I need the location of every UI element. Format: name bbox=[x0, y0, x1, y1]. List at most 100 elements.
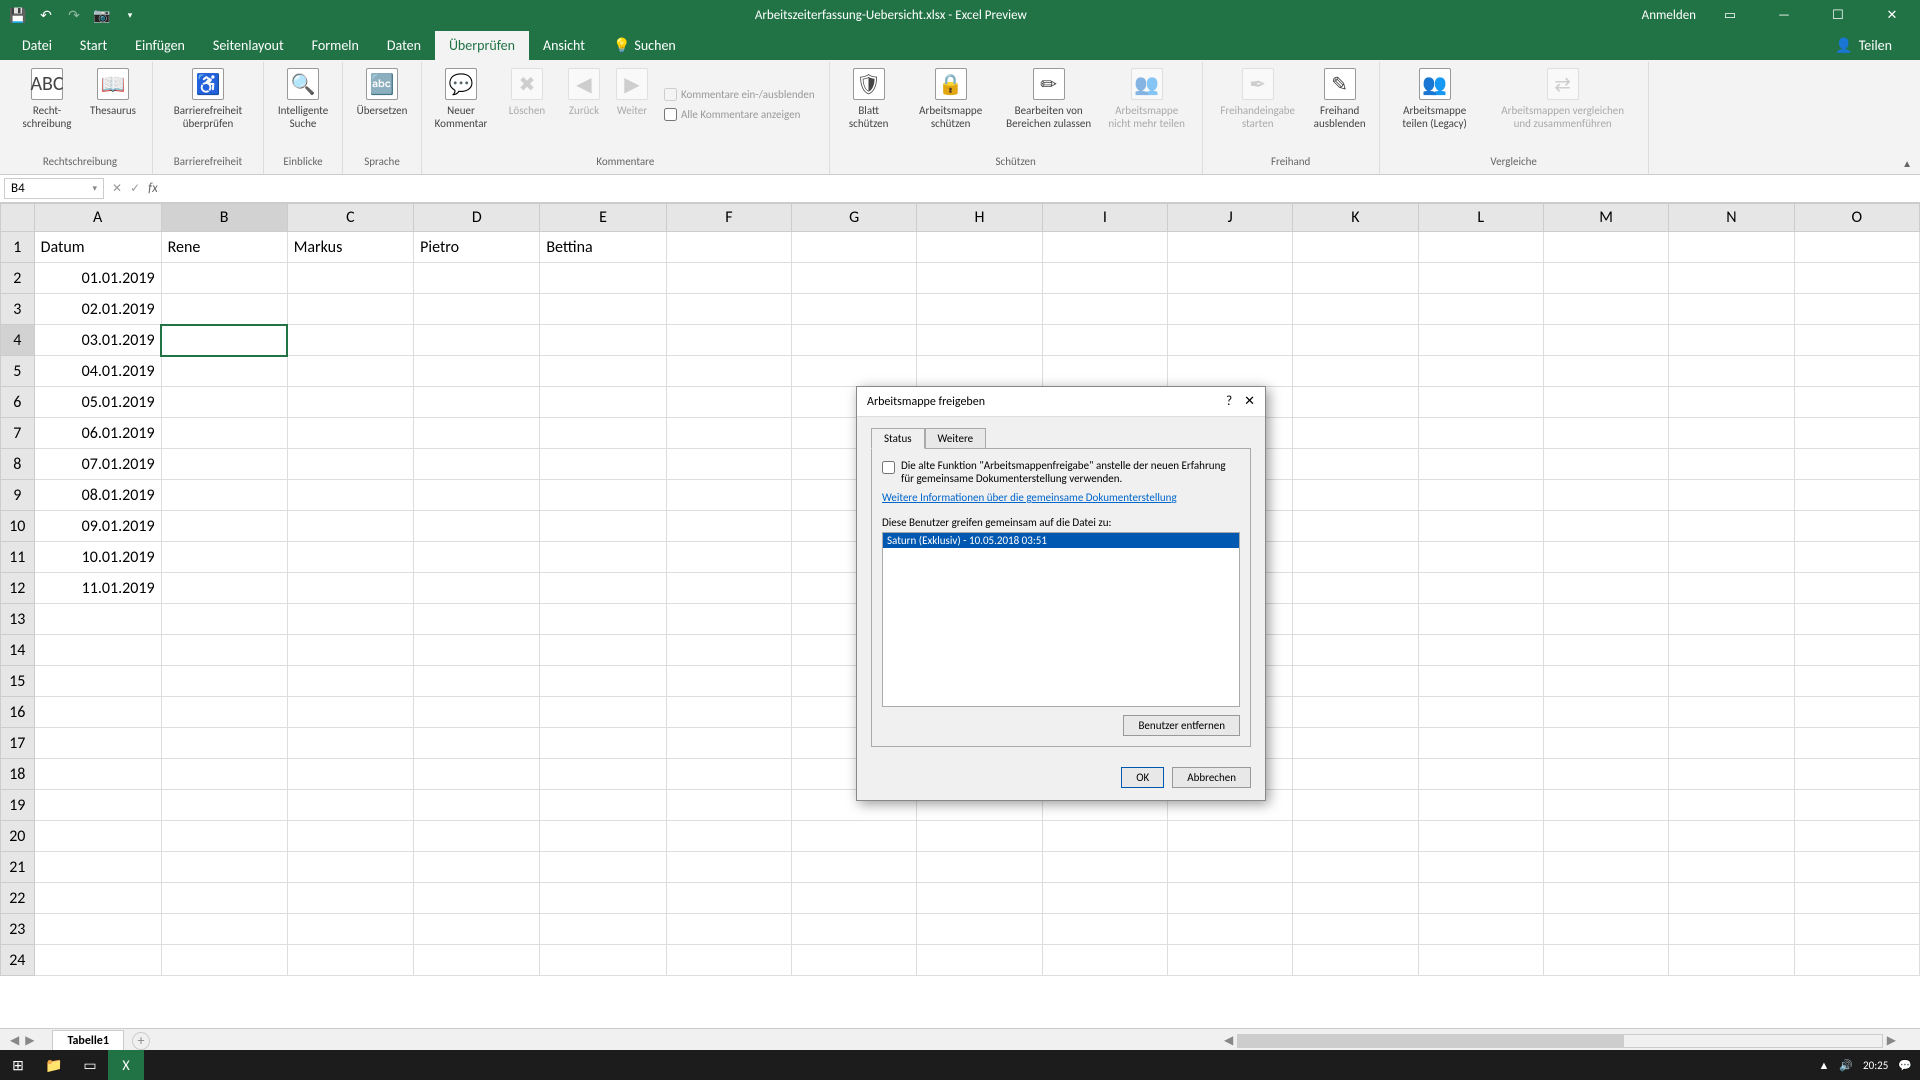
row-header[interactable]: 3 bbox=[1, 294, 35, 325]
scroll-right-icon[interactable]: ▶ bbox=[1883, 1033, 1900, 1048]
cell[interactable] bbox=[414, 387, 540, 418]
cell[interactable] bbox=[161, 759, 287, 790]
qat-dropdown-icon[interactable]: ▾ bbox=[120, 5, 140, 25]
cell[interactable] bbox=[917, 883, 1042, 914]
column-header[interactable]: M bbox=[1543, 204, 1668, 232]
cell[interactable] bbox=[161, 449, 287, 480]
protect-workbook-button[interactable]: 🔒Arbeitsmappe schützen bbox=[906, 66, 996, 151]
cell[interactable] bbox=[1418, 511, 1543, 542]
translate-button[interactable]: 🔤Übersetzen bbox=[353, 66, 411, 151]
dialog-close-icon[interactable]: ✕ bbox=[1244, 394, 1255, 409]
cell[interactable] bbox=[34, 604, 161, 635]
spelling-button[interactable]: ABCRecht- schreibung bbox=[18, 66, 76, 151]
sheet-nav-next-icon[interactable]: ▶ bbox=[25, 1033, 34, 1048]
cell[interactable] bbox=[666, 945, 791, 976]
cell[interactable] bbox=[917, 821, 1042, 852]
cell[interactable] bbox=[917, 325, 1042, 356]
row-header[interactable]: 12 bbox=[1, 573, 35, 604]
cell[interactable] bbox=[1418, 480, 1543, 511]
cell[interactable] bbox=[161, 356, 287, 387]
formula-input[interactable] bbox=[166, 179, 1920, 198]
cell[interactable] bbox=[34, 821, 161, 852]
cell[interactable] bbox=[666, 232, 791, 263]
legacy-share-checkbox[interactable] bbox=[882, 461, 895, 474]
cell[interactable] bbox=[666, 759, 791, 790]
cell[interactable] bbox=[1669, 449, 1794, 480]
cell[interactable] bbox=[1418, 852, 1543, 883]
cell[interactable] bbox=[666, 511, 791, 542]
cell[interactable] bbox=[540, 945, 666, 976]
show-all-comments[interactable]: Alle Kommentare anzeigen bbox=[660, 106, 819, 123]
cell[interactable] bbox=[287, 480, 413, 511]
cell[interactable]: Datum bbox=[34, 232, 161, 263]
cell[interactable] bbox=[1418, 821, 1543, 852]
cell[interactable] bbox=[1293, 852, 1418, 883]
sheet-nav-prev-icon[interactable]: ◀ bbox=[10, 1033, 19, 1048]
cell[interactable] bbox=[540, 852, 666, 883]
row-header[interactable]: 18 bbox=[1, 759, 35, 790]
cell[interactable] bbox=[1418, 945, 1543, 976]
cell[interactable] bbox=[161, 511, 287, 542]
cell[interactable] bbox=[161, 666, 287, 697]
column-header[interactable]: K bbox=[1293, 204, 1418, 232]
cell[interactable] bbox=[1669, 232, 1794, 263]
coauthoring-info-link[interactable]: Weitere Informationen über die gemeinsam… bbox=[882, 491, 1240, 504]
column-header[interactable]: C bbox=[287, 204, 413, 232]
cell[interactable] bbox=[1167, 356, 1292, 387]
cell[interactable] bbox=[161, 542, 287, 573]
cell[interactable] bbox=[287, 697, 413, 728]
row-header[interactable]: 14 bbox=[1, 635, 35, 666]
cell[interactable]: 11.01.2019 bbox=[34, 573, 161, 604]
scroll-left-icon[interactable]: ◀ bbox=[1220, 1033, 1237, 1048]
cell[interactable] bbox=[1293, 449, 1418, 480]
cell[interactable] bbox=[287, 604, 413, 635]
cell[interactable] bbox=[1794, 325, 1919, 356]
cell[interactable] bbox=[540, 573, 666, 604]
column-header[interactable]: H bbox=[917, 204, 1042, 232]
cell[interactable] bbox=[34, 759, 161, 790]
cell[interactable] bbox=[1543, 728, 1668, 759]
camera-icon[interactable]: 📷 bbox=[92, 5, 112, 25]
column-header[interactable]: O bbox=[1794, 204, 1919, 232]
column-header[interactable]: E bbox=[540, 204, 666, 232]
cell[interactable] bbox=[792, 852, 917, 883]
cell[interactable] bbox=[1543, 697, 1668, 728]
cell[interactable] bbox=[792, 914, 917, 945]
cell[interactable] bbox=[287, 635, 413, 666]
column-header[interactable]: J bbox=[1167, 204, 1292, 232]
tab-start[interactable]: Start bbox=[66, 31, 121, 60]
cell[interactable] bbox=[34, 852, 161, 883]
row-header[interactable]: 2 bbox=[1, 263, 35, 294]
cell[interactable] bbox=[414, 263, 540, 294]
row-header[interactable]: 16 bbox=[1, 697, 35, 728]
cell[interactable] bbox=[414, 480, 540, 511]
cell[interactable] bbox=[917, 294, 1042, 325]
cell[interactable] bbox=[1794, 728, 1919, 759]
row-header[interactable]: 10 bbox=[1, 511, 35, 542]
cell[interactable] bbox=[540, 511, 666, 542]
cell[interactable] bbox=[414, 573, 540, 604]
tell-me-search[interactable]: 💡 Suchen bbox=[599, 31, 690, 60]
cell[interactable] bbox=[414, 759, 540, 790]
cell[interactable] bbox=[414, 449, 540, 480]
cell[interactable] bbox=[287, 852, 413, 883]
cell[interactable] bbox=[1418, 914, 1543, 945]
allow-edit-button[interactable]: ✏Bearbeiten von Bereichen zulassen bbox=[1004, 66, 1094, 151]
ribbon-display-icon[interactable]: ▭ bbox=[1710, 0, 1750, 30]
cell[interactable] bbox=[287, 759, 413, 790]
cell[interactable] bbox=[540, 418, 666, 449]
cell[interactable] bbox=[1543, 852, 1668, 883]
cell[interactable] bbox=[540, 542, 666, 573]
cell[interactable] bbox=[1418, 697, 1543, 728]
row-header[interactable]: 13 bbox=[1, 604, 35, 635]
cell[interactable] bbox=[1669, 387, 1794, 418]
row-header[interactable]: 20 bbox=[1, 821, 35, 852]
cell[interactable] bbox=[1293, 418, 1418, 449]
cell[interactable] bbox=[414, 356, 540, 387]
cell[interactable] bbox=[666, 573, 791, 604]
cell[interactable] bbox=[917, 945, 1042, 976]
cell[interactable] bbox=[666, 542, 791, 573]
select-all-corner[interactable] bbox=[1, 204, 35, 232]
clock[interactable]: 20:25 bbox=[1863, 1059, 1888, 1072]
cell[interactable] bbox=[287, 666, 413, 697]
